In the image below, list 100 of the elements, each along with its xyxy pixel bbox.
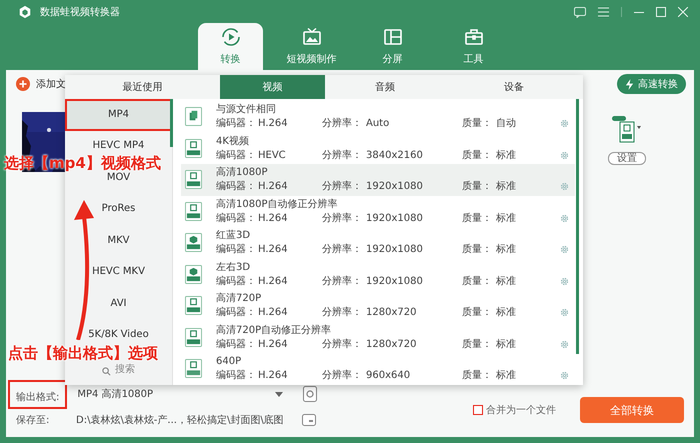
merge-checkbox[interactable]: 合并为一个文件	[473, 403, 556, 417]
resolution-label: 分辨率：	[322, 306, 363, 320]
close-icon[interactable]	[678, 7, 688, 17]
preset-name: 高清720P	[216, 292, 262, 306]
folder-icon[interactable]	[302, 414, 316, 426]
quality-value: 标准	[496, 212, 517, 225]
video-file-icon	[185, 296, 202, 316]
preset-row[interactable]: 高清720P 编码器： H.264 分辨率： 1280x720 质量： 标准	[181, 290, 575, 322]
quality-value: 标准	[496, 180, 517, 194]
resolution-value: 1920x1080	[366, 180, 424, 194]
resolution-value: 1920x1080	[366, 243, 424, 256]
resolution-value: 3840x2160	[366, 148, 424, 162]
resolution-label: 分辨率：	[322, 243, 363, 256]
preset-name: 高清1080P	[216, 166, 268, 180]
settings-icon[interactable]	[560, 276, 569, 286]
maximize-icon[interactable]	[656, 7, 666, 17]
preset-row[interactable]: 与源文件相同 编码器： H.264 分辨率： Auto 质量： 自动	[181, 101, 575, 132]
preset-name: 4K视频	[216, 134, 250, 148]
resolution-value: 960x640	[366, 369, 412, 382]
nav-tab[interactable]: 工具	[441, 23, 506, 70]
resolution-label: 分辨率：	[322, 338, 363, 351]
format-item[interactable]: MP4	[67, 101, 170, 128]
resolution-label: 分辨率：	[322, 148, 363, 162]
nav-tab[interactable]: 分屏	[360, 23, 425, 70]
format-item[interactable]: HEVC MP4	[92, 140, 144, 152]
settings-icon[interactable]	[560, 340, 569, 349]
codec-value: H.264	[258, 369, 289, 382]
format-item[interactable]: AVI	[110, 298, 126, 310]
plus-icon	[16, 77, 30, 91]
chat-icon[interactable]	[574, 6, 586, 18]
preset-name: 高清720P自动修正分辨率	[216, 324, 332, 337]
preset-row[interactable]: 高清1080P自动修正分辨率 编码器： H.264 分辨率： 1920x1080 质量： 标准	[181, 196, 575, 227]
cube-file-icon	[185, 233, 202, 252]
quality-value: 自动	[496, 117, 517, 130]
preset-row[interactable]: 4K视频 编码器： HEVC 分辨率： 3840x2160 质量： 标准	[181, 132, 575, 164]
codec-label: 编码器：	[216, 148, 257, 162]
cube-file-icon	[185, 264, 202, 284]
format-tab[interactable]: 视频	[220, 75, 325, 99]
add-file-button[interactable]: 添加文	[16, 77, 66, 91]
quality-value: 标准	[496, 274, 517, 288]
codec-label: 编码器：	[216, 243, 257, 256]
settings-icon[interactable]	[560, 119, 569, 128]
codec-value: H.264	[258, 306, 289, 320]
preset-name: 与源文件相同	[216, 103, 277, 116]
settings-icon[interactable]	[560, 214, 569, 223]
quality-label: 质量：	[462, 369, 493, 382]
codec-label: 编码器：	[216, 117, 257, 130]
preset-row[interactable]: 高清720P自动修正分辨率 编码器： H.264 分辨率： 1280x720 质量： 标准	[181, 322, 575, 353]
save-to-label: 保存至:	[15, 414, 50, 427]
menu-icon[interactable]	[598, 7, 609, 17]
settings-icon[interactable]	[560, 150, 569, 160]
preset-row[interactable]: 红蓝3D 编码器： H.264 分辨率： 1920x1080 质量： 标准	[181, 227, 575, 258]
video-file-icon	[185, 138, 202, 158]
video-file-icon	[185, 328, 202, 347]
codec-value: H.264	[258, 117, 289, 130]
settings-icon[interactable]	[303, 386, 318, 402]
nav-tab[interactable]: 转换	[198, 23, 263, 70]
settings-button[interactable]: 设置	[608, 152, 646, 165]
resolution-label: 分辨率：	[322, 369, 363, 382]
settings-icon[interactable]	[560, 308, 569, 318]
preset-name: 红蓝3D	[216, 229, 252, 242]
preset-row-highlighted[interactable]: 高清1080P 编码器： H.264 分辨率： 1920x1080 质量： 标准	[181, 164, 575, 196]
format-tab[interactable]: 音频	[325, 75, 445, 99]
format-tab[interactable]: 最近使用	[65, 75, 220, 99]
output-format-dropdown[interactable]: MP4 高清1080P	[71, 384, 290, 404]
resolution-label: 分辨率：	[322, 180, 363, 194]
resolution-label: 分辨率：	[322, 274, 363, 288]
video-file-icon[interactable]	[612, 116, 642, 144]
format-item[interactable]: ProRes	[102, 203, 136, 216]
quality-label: 质量：	[462, 338, 493, 351]
resolution-value: 1280x720	[366, 306, 418, 320]
save-path-dropdown[interactable]: D:\袁林炫\袁林炫-产...，轻松搞定\封面图\底图	[70, 410, 288, 430]
play-circle-icon	[220, 27, 240, 47]
settings-icon[interactable]	[560, 245, 569, 254]
codec-value: H.264	[258, 274, 289, 288]
search-icon	[102, 366, 111, 376]
format-item[interactable]: MKV	[107, 234, 130, 247]
fast-convert-button[interactable]: 高速转换	[617, 74, 686, 94]
codec-label: 编码器：	[216, 338, 257, 351]
preset-row[interactable]: 640P 编码器： H.264 分辨率： 960x640 质量： 标准	[181, 353, 575, 384]
toolbox-icon	[464, 27, 484, 47]
quality-value: 标准	[496, 243, 517, 256]
split-screen-icon	[382, 27, 402, 47]
resolution-label: 分辨率：	[322, 212, 363, 225]
resolution-value: Auto	[366, 117, 390, 130]
codec-value: H.264	[258, 243, 289, 256]
format-item[interactable]: 5K/8K Video	[88, 329, 149, 342]
preset-row[interactable]: 左右3D 编码器： H.264 分辨率： 1920x1080 质量： 标准	[181, 258, 575, 290]
settings-icon[interactable]	[560, 371, 569, 380]
format-item[interactable]: HEVC MKV	[92, 266, 145, 278]
logo-icon	[18, 4, 32, 20]
nav-tab[interactable]: 短视频制作	[279, 23, 344, 70]
quality-label: 质量：	[462, 306, 493, 320]
tv-icon	[302, 27, 322, 47]
format-tab[interactable]: 设备	[445, 75, 583, 99]
lightning-icon	[625, 78, 634, 90]
resolution-value: 1280x720	[366, 338, 418, 351]
caret-icon	[275, 392, 284, 396]
quality-value: 标准	[496, 338, 517, 351]
format-item[interactable]: MOV	[106, 172, 130, 184]
